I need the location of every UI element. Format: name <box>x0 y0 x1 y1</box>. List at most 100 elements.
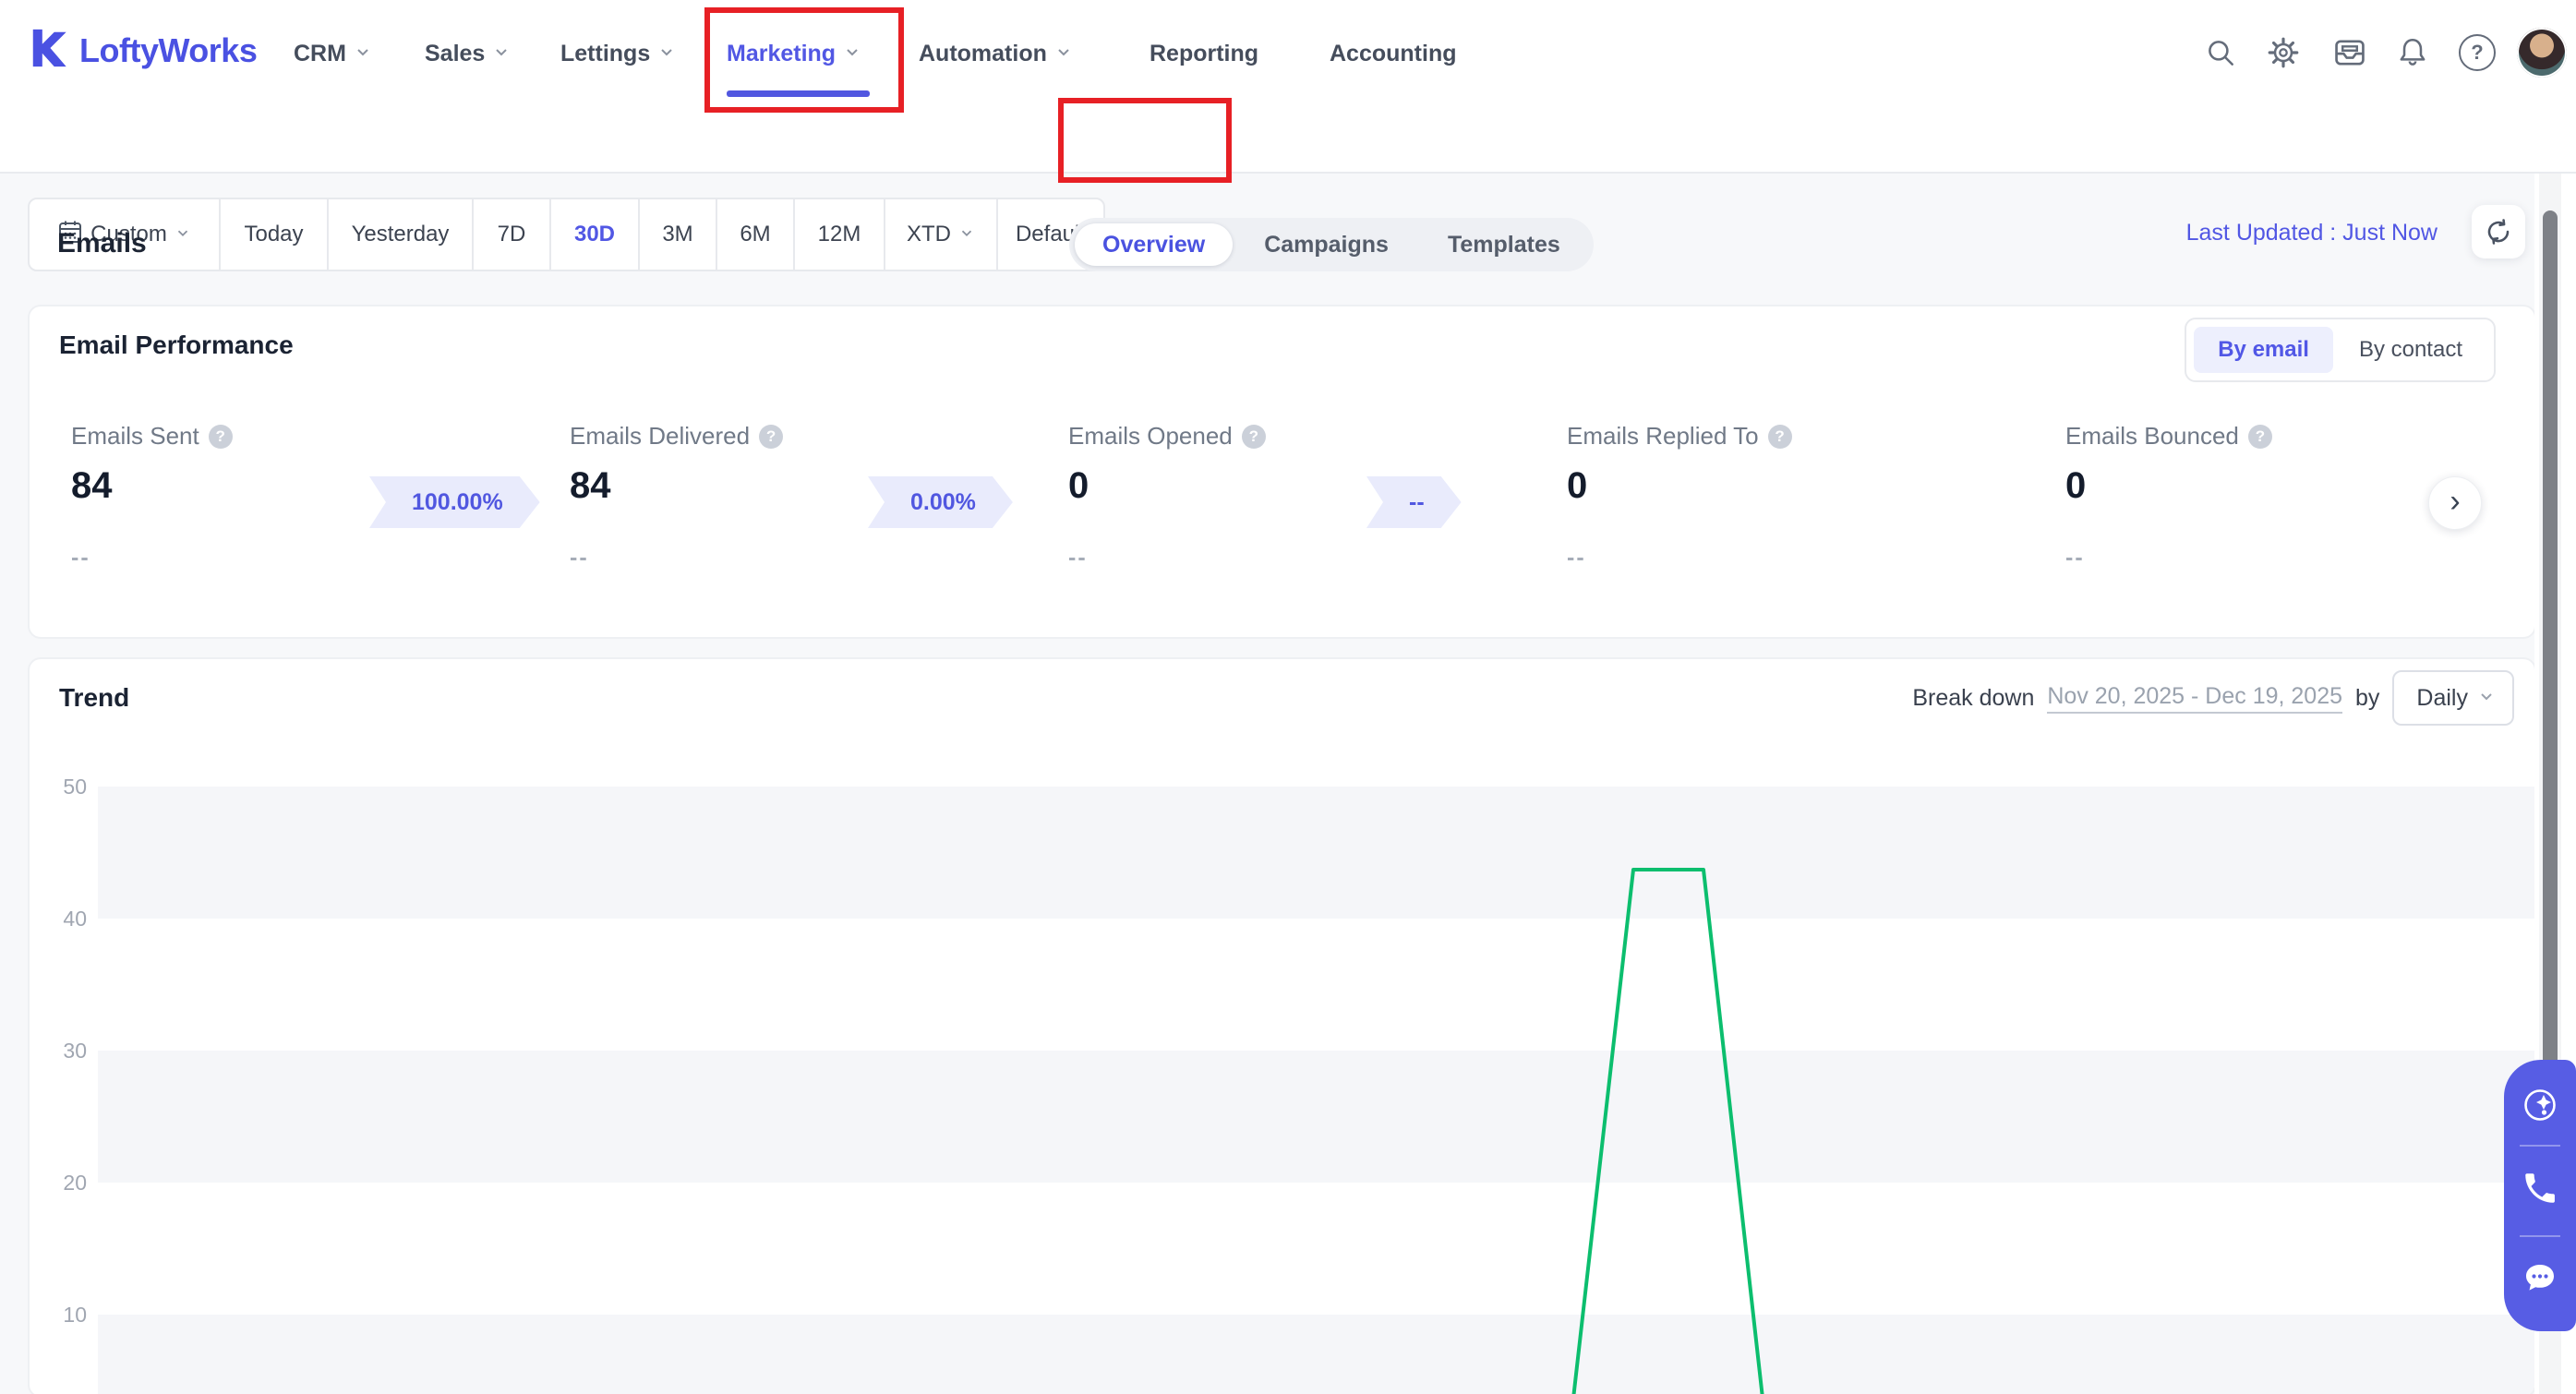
breakdown-date-range-link[interactable]: Nov 20, 2025 - Dec 19, 2025 <box>2047 683 2343 714</box>
metric-sub-value: -- <box>1068 545 1088 571</box>
delivered-to-opened-rate-badge: 0.00% <box>868 476 1013 528</box>
brand-logo[interactable]: LoftyWorks <box>28 28 258 73</box>
tab-overview[interactable]: Overview <box>1075 223 1234 266</box>
phone-icon[interactable] <box>2504 1169 2576 1208</box>
tab-campaigns[interactable]: Campaigns <box>1236 223 1416 266</box>
question-mark-icon[interactable]: ? <box>1767 424 1792 449</box>
nav-item-sales[interactable]: Sales <box>425 35 511 72</box>
metric-label: Emails Bounced <box>2065 422 2239 450</box>
interval-value: Daily <box>2416 684 2468 711</box>
y-tick-50: 50 <box>63 775 87 799</box>
nav-item-reporting[interactable]: Reporting <box>1150 35 1258 72</box>
chevron-down-icon <box>175 222 191 247</box>
search-icon[interactable] <box>2202 34 2239 71</box>
chevron-down-icon <box>492 41 511 67</box>
brand-name: LoftyWorks <box>79 30 258 69</box>
date-range-filter: Custom Today Yesterday 7D 30D 3M 6M 12M … <box>28 198 1105 271</box>
filter-7d[interactable]: 7D <box>474 199 551 270</box>
email-performance-card: Email Performance By email By contact Em… <box>28 305 2536 639</box>
metric-value: 0 <box>2065 465 2087 506</box>
opened-to-replied-rate-badge: -- <box>1366 476 1462 528</box>
nav-label: Accounting <box>1330 40 1457 66</box>
loftyworks-logo-icon <box>28 28 70 73</box>
nav-item-marketing[interactable]: Marketing <box>727 35 861 72</box>
filter-today[interactable]: Today <box>221 199 329 270</box>
trend-line-chart[interactable] <box>98 787 2536 1394</box>
nav-item-crm[interactable]: CRM <box>294 35 372 72</box>
active-nav-underline <box>727 90 870 97</box>
scrollbar-thumb[interactable] <box>2543 210 2558 1075</box>
metric-value: 0 <box>1567 465 1588 506</box>
inbox-icon[interactable] <box>2331 34 2368 71</box>
chat-bubble-icon[interactable] <box>2504 1257 2576 1298</box>
trend-breakdown-controls: Break down Nov 20, 2025 - Dec 19, 2025 b… <box>1912 670 2514 726</box>
sent-to-delivered-rate-badge: 100.00% <box>369 476 540 528</box>
metric-sub-value: -- <box>570 545 589 571</box>
filter-3m[interactable]: 3M <box>640 199 717 270</box>
page-title: Emails <box>57 228 147 258</box>
user-avatar[interactable] <box>2517 28 2567 78</box>
widget-divider <box>2520 1145 2560 1147</box>
metric-value: 0 <box>1068 465 1089 506</box>
chevron-down-icon <box>958 222 975 247</box>
metric-label: Emails Replied To <box>1567 422 1759 450</box>
metrics-scroll-right-button[interactable]: › <box>2428 476 2482 530</box>
chevron-down-icon <box>2477 685 2496 712</box>
nav-label: Marketing <box>727 40 837 66</box>
nav-item-accounting[interactable]: Accounting <box>1330 35 1457 72</box>
floating-contact-widget <box>2504 1060 2576 1331</box>
nav-label: CRM <box>294 40 346 66</box>
metric-label: Emails Sent <box>71 422 199 450</box>
y-tick-30: 30 <box>63 1039 87 1063</box>
help-icon[interactable]: ? <box>2459 34 2496 71</box>
question-mark-icon[interactable]: ? <box>759 424 784 449</box>
question-mark-icon[interactable]: ? <box>1241 424 1266 449</box>
chevron-down-icon <box>1054 41 1073 67</box>
widget-divider <box>2520 1235 2560 1237</box>
toggle-by-email[interactable]: By email <box>2194 327 2333 373</box>
metric-sub-value: -- <box>2065 545 2085 571</box>
trend-card: Trend Break down Nov 20, 2025 - Dec 19, … <box>28 657 2536 1394</box>
page-header-row: Emails Overview Campaigns Templates <box>0 106 2576 271</box>
trend-title: Trend <box>59 683 130 712</box>
metric-sub-value: -- <box>71 545 90 571</box>
y-tick-20: 20 <box>63 1171 87 1195</box>
tab-templates[interactable]: Templates <box>1420 223 1588 266</box>
email-tabs: Overview Campaigns Templates <box>1069 218 1594 271</box>
filter-12m[interactable]: 12M <box>795 199 885 270</box>
toggle-by-contact[interactable]: By contact <box>2335 327 2486 373</box>
breakdown-suffix: by <box>2355 684 2380 711</box>
question-mark-icon[interactable]: ? <box>208 424 233 449</box>
emails-sent-line-series <box>1571 868 1764 1394</box>
metric-value: 84 <box>71 465 113 506</box>
nav-label: Automation <box>919 40 1047 66</box>
assistant-sparkle-icon[interactable] <box>2504 1084 2576 1126</box>
filter-xtd[interactable]: XTD <box>885 199 998 270</box>
refresh-icon <box>2487 219 2510 245</box>
metric-value: 84 <box>570 465 611 506</box>
chevron-down-icon <box>657 41 676 67</box>
gear-icon[interactable] <box>2265 34 2302 71</box>
y-tick-10: 10 <box>63 1303 87 1327</box>
breakdown-prefix: Break down <box>1912 684 2035 711</box>
filter-label: XTD <box>907 222 951 246</box>
email-performance-title: Email Performance <box>59 330 294 359</box>
filter-yesterday[interactable]: Yesterday <box>329 199 474 270</box>
question-mark-icon[interactable]: ? <box>2247 424 2272 449</box>
metric-sub-value: -- <box>1567 545 1586 571</box>
nav-item-automation[interactable]: Automation <box>919 35 1073 72</box>
bell-icon[interactable] <box>2394 34 2431 71</box>
refresh-button[interactable] <box>2472 205 2525 258</box>
top-navigation-bar: LoftyWorks CRM Sales Lettings Marketing … <box>0 0 2576 106</box>
by-email-contact-toggle: By email By contact <box>2185 318 2496 382</box>
question-mark-glyph: ? <box>2459 34 2496 71</box>
interval-select[interactable]: Daily <box>2392 670 2514 726</box>
filter-30d[interactable]: 30D <box>551 199 640 270</box>
nav-item-lettings[interactable]: Lettings <box>560 35 676 72</box>
last-updated-text: Last Updated : Just Now <box>2185 220 2438 246</box>
chevron-right-icon: › <box>2450 484 2461 519</box>
nav-label: Lettings <box>560 40 651 66</box>
chevron-down-icon <box>354 41 372 67</box>
filter-6m[interactable]: 6M <box>717 199 795 270</box>
y-tick-40: 40 <box>63 907 87 931</box>
